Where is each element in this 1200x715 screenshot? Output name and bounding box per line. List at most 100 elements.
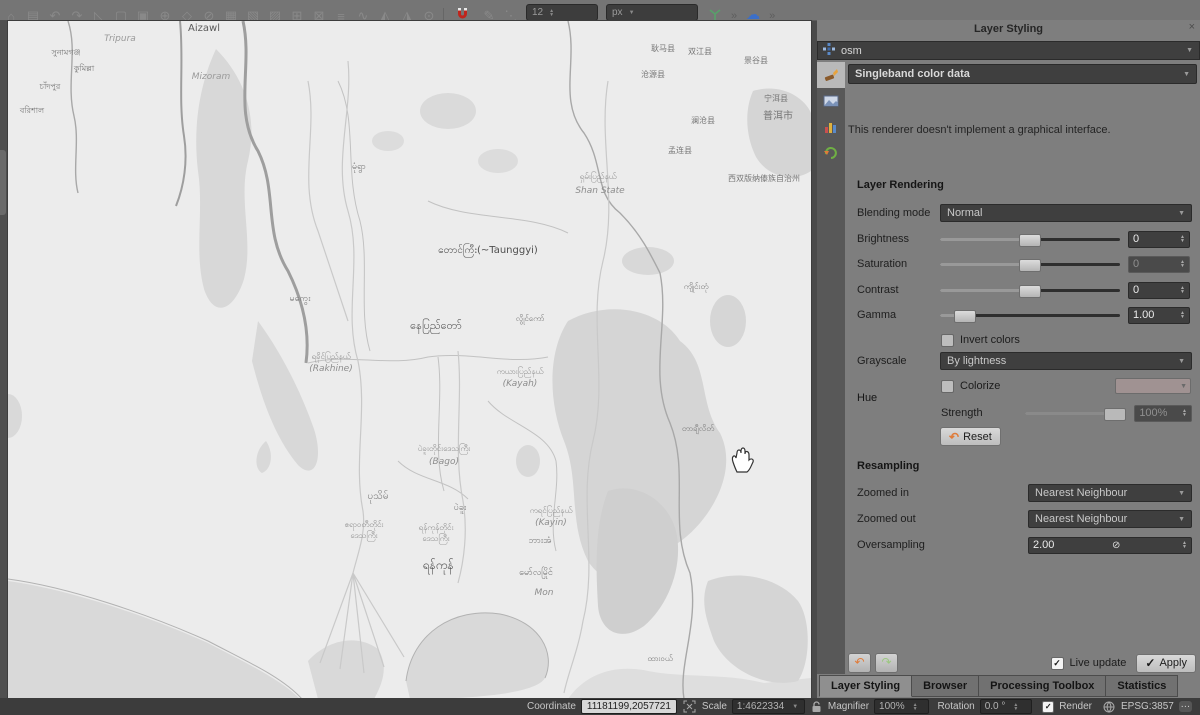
- hue-label: Hue: [857, 392, 877, 404]
- brightness-spinbox[interactable]: 0 ▲▼: [1128, 231, 1190, 248]
- font-size-value: 12: [532, 7, 543, 18]
- grayscale-label: Grayscale: [857, 355, 940, 367]
- histogram-tab[interactable]: [817, 114, 845, 140]
- layer-styling-panel: Layer Styling × osm ▼: [817, 20, 1200, 698]
- strength-label: Strength: [941, 407, 1021, 419]
- brightness-slider[interactable]: [940, 232, 1120, 246]
- colorize-color-swatch[interactable]: ▼: [1115, 378, 1191, 394]
- contrast-slider[interactable]: [940, 283, 1120, 297]
- map-label: Tripura: [104, 34, 136, 44]
- map-label: 普洱市: [763, 109, 793, 122]
- transparency-tab[interactable]: [817, 88, 845, 114]
- spin-arrows-icon[interactable]: ▲▼: [1182, 409, 1187, 417]
- map-label: တောင်ကြီး(~Taunggyi): [438, 242, 538, 258]
- left-dock-strip: [0, 20, 7, 698]
- spin-arrows-icon[interactable]: ▲▼: [1180, 235, 1185, 243]
- renderer-value: Singleband color data: [855, 68, 970, 80]
- colorize-label: Colorize: [960, 380, 1000, 392]
- saturation-slider[interactable]: [940, 257, 1120, 271]
- magnifier-spinbox[interactable]: 100% ▲▼: [874, 699, 929, 714]
- zoomed-out-select[interactable]: Nearest Neighbour ▼: [1028, 510, 1192, 528]
- map-label: 西双版纳傣族自治州: [728, 173, 800, 183]
- blending-mode-label: Blending mode: [857, 207, 940, 219]
- chevron-down-icon: ▼: [629, 10, 635, 16]
- map-label: Shan State: [575, 186, 625, 196]
- crs-value[interactable]: EPSG:3857: [1121, 701, 1174, 712]
- zoomed-out-label: Zoomed out: [857, 513, 1028, 525]
- font-unit-select[interactable]: px ▼: [606, 4, 698, 21]
- chevron-down-icon: ▼: [1178, 210, 1185, 217]
- coordinate-input[interactable]: 11181199,2057721: [581, 699, 677, 714]
- symbology-tab[interactable]: [817, 62, 845, 88]
- chevron-down-icon: ▼: [1178, 490, 1185, 497]
- scale-value: 1:4622334: [737, 701, 784, 712]
- map-label: ထားဝယ်: [647, 653, 672, 663]
- layer-selector[interactable]: osm ▼: [817, 41, 1200, 60]
- close-icon[interactable]: ×: [1189, 21, 1195, 33]
- top-toolbar: ⌂▤↶↷◺▢▣⊕◇⊘▦▧▨⊞⊠≡∿◭◮⊙ ✎ ⋱ 12 ▲▼ px ▼ » ☁: [0, 0, 1200, 21]
- map-label: (Kayin): [535, 518, 567, 528]
- colorize-checkbox[interactable]: [941, 380, 954, 393]
- spin-arrows-icon[interactable]: ▲▼: [549, 9, 554, 17]
- redo-style-button[interactable]: ↷: [875, 653, 898, 673]
- contrast-label: Contrast: [857, 284, 940, 296]
- scale-select[interactable]: 1:4622334 ▼: [732, 699, 805, 714]
- raster-layer-icon: [823, 43, 835, 58]
- map-label: မော်လမြိုင်: [519, 566, 553, 579]
- render-label: Render: [1059, 701, 1092, 712]
- render-checkbox[interactable]: ✓: [1042, 701, 1054, 713]
- map-label: ပဲခူး: [454, 502, 467, 514]
- rotation-spinbox[interactable]: 0.0 ° ▲▼: [980, 699, 1032, 714]
- resampling-heading: Resampling: [857, 460, 919, 472]
- map-canvas[interactable]: AizawlTripuraMizoramসুনামগঞ্জকুমিল্লাচাঁ…: [7, 20, 812, 700]
- saturation-spinbox[interactable]: 0 ▲▼: [1128, 256, 1190, 273]
- magnifier-value: 100%: [879, 701, 905, 712]
- font-size-input[interactable]: 12 ▲▼: [526, 4, 598, 21]
- spin-arrows-icon[interactable]: ▲▼: [1182, 541, 1187, 549]
- spin-arrows-icon[interactable]: ▲▼: [1013, 703, 1018, 711]
- map-label: ဘားအံ: [529, 536, 552, 546]
- tab-processing-toolbox[interactable]: Processing Toolbox: [979, 675, 1106, 697]
- tab-layer-styling[interactable]: Layer Styling: [819, 675, 912, 697]
- map-label: 耿马县: [651, 44, 675, 53]
- rotation-value: 0.0 °: [985, 701, 1006, 712]
- lock-scale-icon[interactable]: [811, 701, 822, 713]
- spin-arrows-icon[interactable]: ▲▼: [1180, 286, 1185, 294]
- spin-arrows-icon[interactable]: ▲▼: [1180, 260, 1185, 268]
- renderer-select[interactable]: Singleband color data ▼: [848, 64, 1197, 84]
- messages-icon[interactable]: …: [1179, 701, 1192, 712]
- map-label: မုံရွာ: [352, 162, 366, 173]
- gamma-slider[interactable]: [940, 308, 1120, 322]
- tab-browser[interactable]: Browser: [912, 675, 979, 697]
- live-update-checkbox[interactable]: ✓: [1051, 657, 1064, 670]
- map-label: 宁洱县: [764, 93, 788, 103]
- left-dock-tab[interactable]: [0, 150, 6, 215]
- oversampling-spinbox[interactable]: 2.00 ⊘ ▲▼: [1028, 537, 1192, 554]
- history-tab[interactable]: [817, 140, 845, 166]
- cloud-icon[interactable]: ☁: [746, 6, 760, 21]
- saturation-value: 0: [1133, 258, 1139, 270]
- chevron-down-icon: ▼: [1180, 383, 1187, 390]
- map-label: 澜沧县: [691, 115, 715, 125]
- clear-value-icon[interactable]: ⊘: [1112, 540, 1120, 551]
- blending-mode-select[interactable]: Normal ▼: [940, 204, 1192, 222]
- grayscale-select[interactable]: By lightness ▼: [940, 352, 1192, 370]
- reset-button[interactable]: ↶ Reset: [940, 427, 1001, 446]
- crs-globe-icon[interactable]: [1103, 701, 1115, 713]
- zoomed-in-select[interactable]: Nearest Neighbour ▼: [1028, 484, 1192, 502]
- extent-icon[interactable]: [683, 700, 696, 713]
- contrast-spinbox[interactable]: 0 ▲▼: [1128, 282, 1190, 299]
- spin-arrows-icon[interactable]: ▲▼: [1180, 311, 1185, 319]
- snapping-magnet-icon[interactable]: [455, 6, 470, 21]
- apply-button[interactable]: ✓ Apply: [1136, 654, 1196, 673]
- gamma-spinbox[interactable]: 1.00 ▲▼: [1128, 307, 1190, 324]
- spin-arrows-icon[interactable]: ▲▼: [913, 703, 918, 711]
- invert-colors-checkbox[interactable]: [941, 334, 954, 347]
- map-label: সুনামগঞ্জ: [51, 48, 81, 57]
- undo-style-button[interactable]: ↶: [848, 653, 871, 673]
- tab-statistics[interactable]: Statistics: [1106, 675, 1178, 697]
- live-update-label: Live update: [1070, 657, 1127, 669]
- strength-slider[interactable]: [1025, 406, 1126, 420]
- strength-spinbox[interactable]: 100% ▲▼: [1134, 405, 1192, 422]
- panel-title: Layer Styling: [817, 20, 1200, 38]
